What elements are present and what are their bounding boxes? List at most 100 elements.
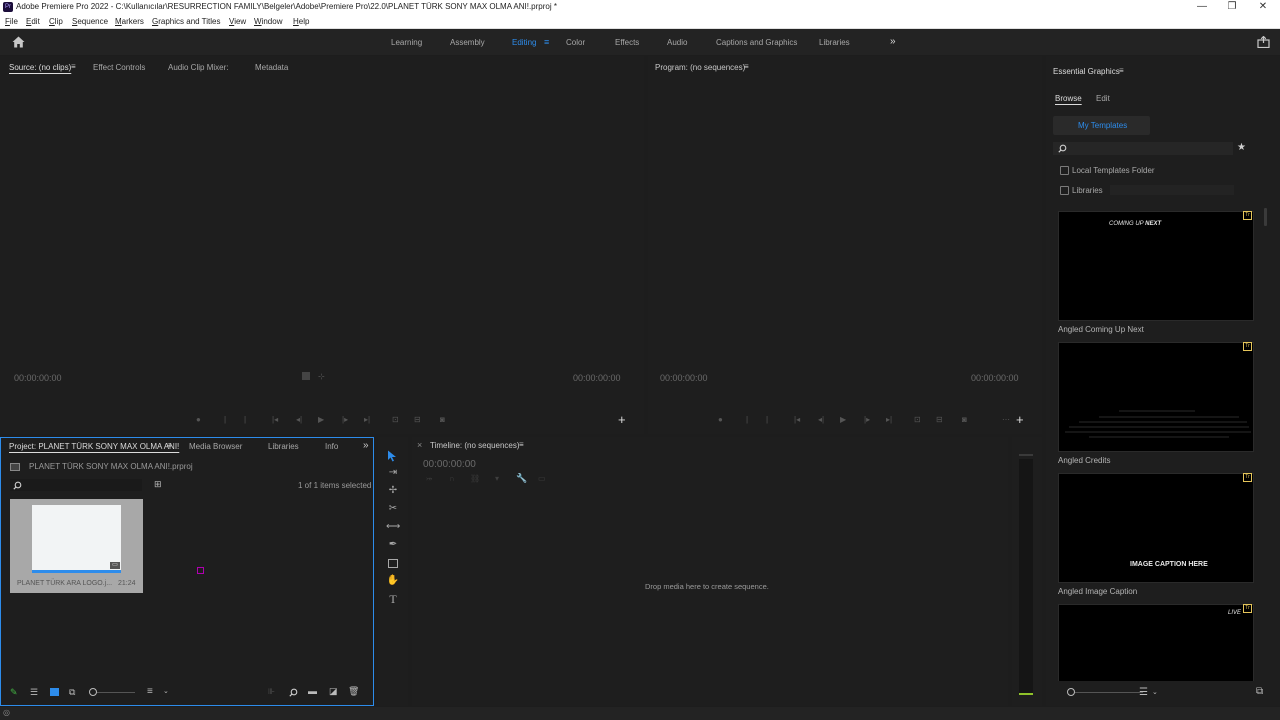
write-protect-pencil-icon[interactable]: ✎ [10, 687, 18, 698]
sort-chevron-down-icon[interactable]: ⌄ [163, 687, 169, 695]
menu-help[interactable]: Help [293, 17, 309, 26]
source-add-button[interactable]: + [618, 412, 626, 427]
zoom-slider-handle[interactable] [89, 688, 97, 696]
thumbnail-size-slider[interactable] [1070, 692, 1143, 693]
menu-file[interactable]: File [5, 17, 18, 26]
menu-sequence[interactable]: Sequence [72, 17, 108, 26]
timeline-close-icon[interactable]: × [417, 440, 422, 450]
program-add-marker-icon[interactable]: ● [718, 415, 723, 424]
template-item[interactable]: IMAGE CAPTION HERE Tr Angled Image Capti… [1058, 473, 1254, 596]
template-item[interactable]: COMING UP NEXT Tr Angled Coming Up Next [1058, 211, 1254, 334]
program-step-back-icon[interactable]: ◂| [818, 415, 824, 424]
template-source-dropdown[interactable]: My Templates [1053, 116, 1150, 135]
go-to-out-icon[interactable]: ▸| [364, 415, 370, 424]
workspace-tab-editing[interactable]: Editing [512, 38, 536, 47]
ripple-edit-tool-icon[interactable]: ✢ [386, 484, 400, 498]
tab-effect-controls[interactable]: Effect Controls [93, 63, 145, 72]
add-marker-icon[interactable]: ▾ [495, 474, 499, 483]
menu-clip[interactable]: Clip [49, 17, 63, 26]
wrench-icon[interactable]: 🔧 [516, 473, 527, 484]
nest-icon[interactable]: ⤖ [426, 474, 432, 484]
sort-chevron-down-icon[interactable]: ⌄ [1152, 688, 1158, 696]
timeline-timecode[interactable]: 00:00:00:00 [423, 459, 476, 470]
workspace-tab-assembly[interactable]: Assembly [450, 38, 485, 47]
snap-icon[interactable]: ∩ [449, 474, 455, 483]
selection-tool-icon[interactable] [387, 450, 398, 462]
export-frame-icon[interactable]: ◙ [440, 415, 445, 424]
sort-icons-icon[interactable]: ≡ [147, 686, 153, 697]
workspace-tab-effects[interactable]: Effects [615, 38, 639, 47]
share-icon[interactable] [1257, 36, 1270, 48]
workspace-overflow-icon[interactable]: » [890, 36, 896, 47]
minimize-button[interactable]: — [1190, 1, 1214, 12]
sort-icon[interactable]: ☰ [1139, 687, 1148, 698]
local-templates-checkbox[interactable] [1060, 166, 1069, 175]
tab-browse[interactable]: Browse [1055, 94, 1082, 103]
mark-out-icon[interactable]: | [244, 415, 246, 424]
project-menu-icon[interactable]: ≡ [167, 441, 172, 450]
tab-audio-clip-mixer[interactable]: Audio Clip Mixer: [168, 63, 228, 72]
captions-icon[interactable]: ▭ [538, 474, 546, 483]
lift-icon[interactable]: ⊡ [914, 415, 921, 424]
zoom-slider[interactable] [93, 692, 135, 693]
clear-trash-icon[interactable]: 🗑 [348, 686, 359, 697]
program-mark-in-icon[interactable]: | [746, 415, 748, 424]
slip-tool-icon[interactable]: ⟷ [386, 520, 400, 534]
source-timecode-current[interactable]: 00:00:00:00 [14, 373, 62, 383]
type-tool-icon[interactable]: T [386, 592, 400, 606]
project-overflow-icon[interactable]: » [363, 440, 369, 451]
step-back-icon[interactable]: ◂| [296, 415, 302, 424]
install-template-icon[interactable]: ⧉ [1256, 686, 1263, 697]
menu-markers[interactable]: Markers [115, 17, 144, 26]
menu-graphics-and-titles[interactable]: Graphics and Titles [152, 17, 221, 26]
step-forward-icon[interactable]: |▸ [342, 415, 348, 424]
project-search-input[interactable] [10, 479, 142, 491]
pen-tool-icon[interactable]: ✒ [386, 538, 400, 552]
menu-edit[interactable]: Edit [26, 17, 40, 26]
program-export-frame-icon[interactable]: ◙ [962, 415, 967, 424]
tab-libraries[interactable]: Libraries [268, 442, 299, 451]
libraries-dropdown[interactable] [1110, 185, 1234, 195]
tab-info[interactable]: Info [325, 442, 338, 451]
program-go-to-in-icon[interactable]: |◂ [794, 415, 800, 424]
program-play-icon[interactable]: ▶ [840, 415, 846, 424]
menu-window[interactable]: Window [254, 17, 282, 26]
find-icon[interactable] [289, 688, 298, 697]
icon-view-icon[interactable] [50, 688, 59, 696]
maximize-button[interactable]: ❐ [1220, 1, 1244, 12]
template-list-scrollbar[interactable] [1264, 208, 1267, 226]
workspace-tab-audio[interactable]: Audio [667, 38, 687, 47]
overwrite-icon[interactable]: ⊟ [414, 415, 421, 424]
hand-tool-icon[interactable]: ✋ [386, 574, 400, 588]
freeform-view-icon[interactable]: ⧉ [69, 687, 75, 698]
workspace-tab-libraries[interactable]: Libraries [819, 38, 850, 47]
tab-edit[interactable]: Edit [1096, 94, 1110, 103]
rectangle-tool-icon[interactable] [388, 559, 398, 568]
source-fit-icon[interactable] [302, 372, 310, 380]
program-menu-icon[interactable]: ≡ [744, 62, 749, 71]
source-menu-icon[interactable]: ≡ [71, 62, 76, 71]
go-to-in-icon[interactable]: |◂ [272, 415, 278, 424]
razor-tool-icon[interactable]: ✂ [386, 502, 400, 516]
essential-graphics-menu-icon[interactable]: ≡ [1119, 66, 1124, 75]
new-item-icon[interactable]: ◪ [329, 686, 338, 697]
template-item[interactable]: LIVE Tr [1058, 604, 1254, 681]
home-icon[interactable] [12, 36, 25, 48]
insert-icon[interactable]: ⊡ [392, 415, 399, 424]
program-step-forward-icon[interactable]: |▸ [864, 415, 870, 424]
linked-selection-icon[interactable]: ⛓ [470, 474, 480, 483]
automate-to-sequence-icon[interactable]: ⊪ [268, 687, 275, 696]
workspace-tab-color[interactable]: Color [566, 38, 585, 47]
tab-source[interactable]: Source: (no clips) [9, 63, 71, 72]
workspace-tab-learning[interactable]: Learning [391, 38, 422, 47]
tab-metadata[interactable]: Metadata [255, 63, 288, 72]
extract-icon[interactable]: ⊟ [936, 415, 943, 424]
thumbnail-size-slider-handle[interactable] [1067, 688, 1075, 696]
play-icon[interactable]: ▶ [318, 415, 324, 424]
program-mark-out-icon[interactable]: | [766, 415, 768, 424]
tab-program[interactable]: Program: (no sequences) [655, 63, 745, 72]
new-search-bin-icon[interactable]: ⊞ [154, 479, 162, 490]
favorites-star-icon[interactable]: ★ [1237, 142, 1246, 153]
new-bin-icon[interactable]: ▬ [308, 686, 317, 696]
close-button[interactable]: ✕ [1251, 1, 1275, 12]
